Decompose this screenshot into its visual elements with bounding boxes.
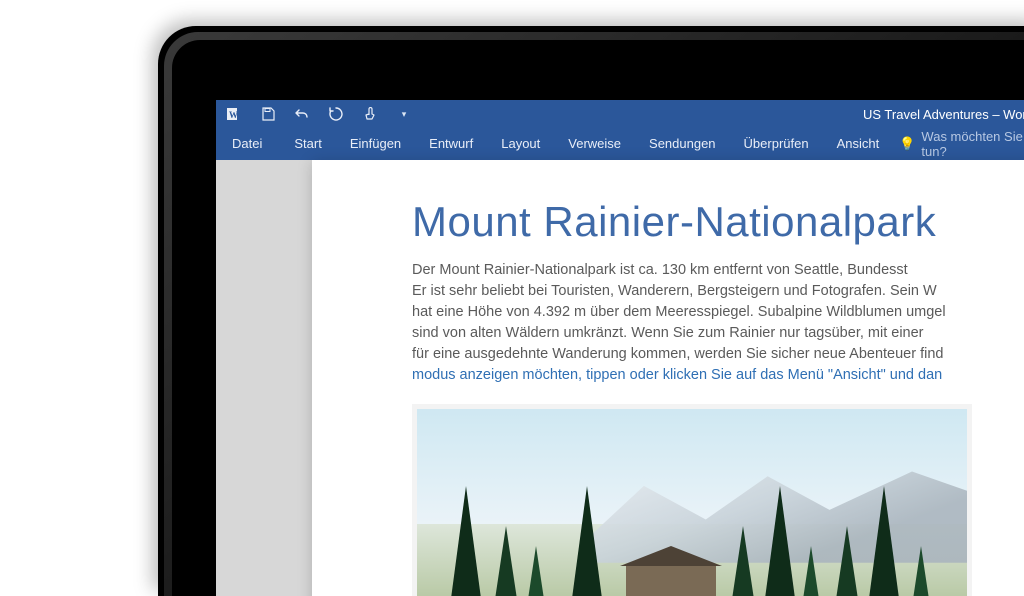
body-line: Er ist sehr beliebt bei Touristen, Wande… bbox=[412, 283, 937, 299]
svg-text:W: W bbox=[229, 110, 238, 120]
device-bezel: W ▾ US Travel Adventures – Word bbox=[172, 40, 1024, 596]
document-image[interactable] bbox=[412, 404, 972, 596]
tab-view[interactable]: Ansicht bbox=[823, 128, 894, 160]
image-tree bbox=[450, 486, 482, 596]
touch-mode-icon[interactable] bbox=[356, 100, 384, 128]
body-line: für eine ausgedehnte Wanderung kommen, w… bbox=[412, 346, 943, 362]
tab-review[interactable]: Überprüfen bbox=[730, 128, 823, 160]
word-app-icon[interactable]: W bbox=[220, 100, 248, 128]
tab-insert[interactable]: Einfügen bbox=[336, 128, 415, 160]
image-tree bbox=[571, 486, 603, 596]
tab-file[interactable]: Datei bbox=[224, 128, 280, 160]
ribbon-tabs: Datei Start Einfügen Entwurf Layout Verw… bbox=[216, 128, 1024, 160]
tab-references[interactable]: Verweise bbox=[554, 128, 635, 160]
image-tree bbox=[835, 526, 859, 596]
tab-layout[interactable]: Layout bbox=[487, 128, 554, 160]
body-line: sind von alten Wäldern umkränzt. Wenn Si… bbox=[412, 325, 924, 341]
screen: W ▾ US Travel Adventures – Word bbox=[216, 100, 1024, 596]
tell-me-placeholder: Was möchten Sie tun? bbox=[921, 129, 1024, 159]
document-heading[interactable]: Mount Rainier-Nationalpark bbox=[412, 198, 1024, 246]
title-bar: W ▾ US Travel Adventures – Word bbox=[216, 100, 1024, 128]
image-tree bbox=[731, 526, 755, 596]
image-tree bbox=[764, 486, 796, 596]
save-icon[interactable] bbox=[254, 100, 282, 128]
device-frame: W ▾ US Travel Adventures – Word bbox=[158, 26, 1024, 596]
lightbulb-icon: 💡 bbox=[899, 136, 915, 152]
document-body[interactable]: Der Mount Rainier-Nationalpark ist ca. 1… bbox=[412, 260, 1024, 386]
body-link-fragment[interactable]: modus anzeigen möchten, tippen oder klic… bbox=[412, 367, 942, 383]
image-tree bbox=[494, 526, 518, 596]
document-canvas: Mount Rainier-Nationalpark Der Mount Rai… bbox=[216, 160, 1024, 596]
body-line: hat eine Höhe von 4.392 m über dem Meere… bbox=[412, 304, 946, 320]
image-tree bbox=[912, 546, 930, 596]
tab-mailings[interactable]: Sendungen bbox=[635, 128, 730, 160]
tell-me-search[interactable]: 💡 Was möchten Sie tun? bbox=[893, 129, 1024, 159]
image-tree bbox=[802, 546, 820, 596]
undo-icon[interactable] bbox=[288, 100, 316, 128]
body-line: Der Mount Rainier-Nationalpark ist ca. 1… bbox=[412, 262, 908, 278]
tab-home[interactable]: Start bbox=[280, 128, 335, 160]
redo-icon[interactable] bbox=[322, 100, 350, 128]
window-title: US Travel Adventures – Word bbox=[863, 107, 1024, 122]
tab-design[interactable]: Entwurf bbox=[415, 128, 487, 160]
document-page[interactable]: Mount Rainier-Nationalpark Der Mount Rai… bbox=[312, 160, 1024, 596]
image-tree bbox=[868, 486, 900, 596]
image-cabin bbox=[626, 564, 716, 596]
image-tree bbox=[527, 546, 545, 596]
customize-quick-access-icon[interactable]: ▾ bbox=[390, 100, 418, 128]
